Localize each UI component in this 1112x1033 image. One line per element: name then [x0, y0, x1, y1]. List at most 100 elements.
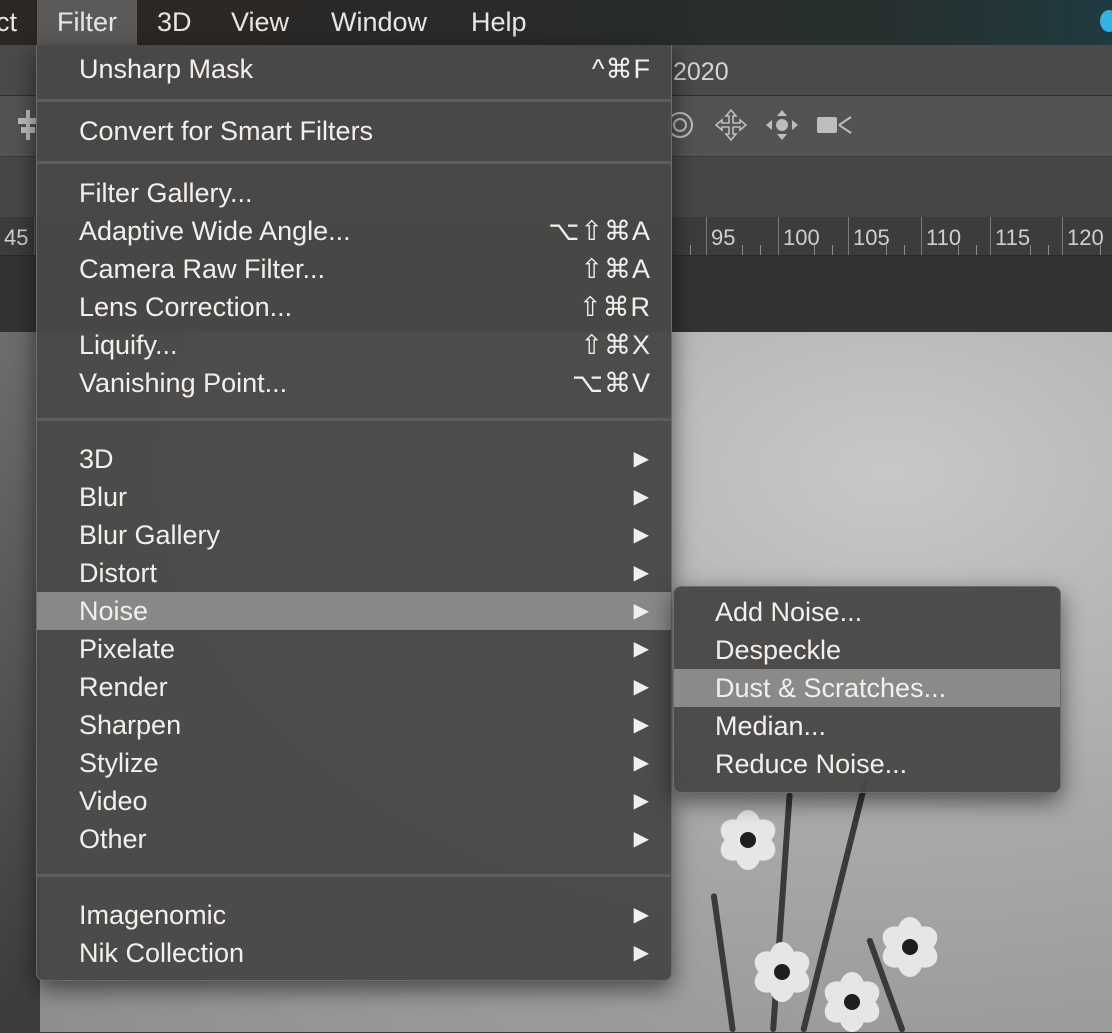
shortcut-label: ⌥⌘V [571, 368, 651, 398]
menu-item-add-noise[interactable]: Add Noise... [674, 593, 1060, 631]
menu-window[interactable]: Window [331, 0, 427, 45]
submenu-arrow-icon: ▶ [633, 486, 649, 508]
menu-item-convert-smart-filters[interactable]: Convert for Smart Filters [37, 112, 671, 150]
menu-item-liquify[interactable]: Liquify... ⇧⌘X [37, 326, 671, 364]
menu-item-label: Blur Gallery [79, 520, 221, 550]
menu-select[interactable]: ct [0, 0, 17, 45]
ruler-label: 110 [926, 225, 962, 250]
menu-item-camera-raw-filter[interactable]: Camera Raw Filter... ⇧⌘A [37, 250, 671, 288]
menu-item-median[interactable]: Median... [674, 707, 1060, 745]
menu-item-label: Convert for Smart Filters [79, 116, 374, 146]
shortcut-label: ⇧⌘A [580, 254, 651, 284]
menu-item-render[interactable]: Render ▶ [37, 668, 671, 706]
submenu-arrow-icon: ▶ [633, 562, 649, 584]
menu-item-imagenomic[interactable]: Imagenomic ▶ [37, 896, 671, 934]
menu-item-sharpen[interactable]: Sharpen ▶ [37, 706, 671, 744]
menu-item-noise[interactable]: Noise ▶ [37, 592, 671, 630]
menu-item-reduce-noise[interactable]: Reduce Noise... [674, 745, 1060, 783]
submenu-arrow-icon: ▶ [633, 904, 649, 926]
menu-item-label: Nik Collection [79, 938, 245, 968]
menu-item-label: Median... [715, 711, 827, 741]
menu-item-filter-gallery[interactable]: Filter Gallery... [37, 174, 671, 212]
menu-item-despeckle[interactable]: Despeckle [674, 631, 1060, 669]
ruler-label: 95 [711, 225, 736, 250]
menu-help[interactable]: Help [471, 0, 527, 45]
shortcut-label: ⇧⌘X [580, 330, 651, 360]
menu-item-3d[interactable]: 3D ▶ [37, 440, 671, 478]
filter-menu: Unsharp Mask ^⌘F Convert for Smart Filte… [36, 45, 672, 981]
menu-separator [37, 99, 671, 102]
document-title: 2020 [673, 58, 729, 86]
menu-item-stylize[interactable]: Stylize ▶ [37, 744, 671, 782]
menu-item-label: Vanishing Point... [79, 368, 288, 398]
menu-separator [37, 161, 671, 164]
menu-item-label: 3D [79, 444, 114, 474]
menu-item-label: Other [79, 824, 147, 854]
menu-item-blur-gallery[interactable]: Blur Gallery ▶ [37, 516, 671, 554]
submenu-arrow-icon: ▶ [633, 714, 649, 736]
menu-item-nik-collection[interactable]: Nik Collection ▶ [37, 934, 671, 972]
menu-item-label: Video [79, 786, 148, 816]
menu-item-label: Unsharp Mask [79, 54, 254, 84]
pan-3d-icon[interactable] [764, 108, 800, 142]
video-camera-icon[interactable] [816, 112, 854, 138]
menu-separator [37, 874, 671, 877]
flower-stem [710, 892, 736, 1033]
menu-item-label: Dust & Scratches... [715, 673, 947, 703]
menu-item-video[interactable]: Video ▶ [37, 782, 671, 820]
flower [877, 917, 943, 977]
menu-item-blur[interactable]: Blur ▶ [37, 478, 671, 516]
submenu-arrow-icon: ▶ [633, 600, 649, 622]
menu-item-label: Blur [79, 482, 128, 512]
menu-item-pixelate[interactable]: Pixelate ▶ [37, 630, 671, 668]
ruler-label: 115 [995, 225, 1031, 250]
menu-3d[interactable]: 3D [157, 0, 192, 45]
menu-item-label: Despeckle [715, 635, 842, 665]
menu-item-adaptive-wide-angle[interactable]: Adaptive Wide Angle... ⌥⇧⌘A [37, 212, 671, 250]
menu-separator [37, 418, 671, 421]
ruler-label: 105 [853, 225, 890, 250]
menu-item-label: Filter Gallery... [79, 178, 253, 208]
submenu-arrow-icon: ▶ [633, 752, 649, 774]
ruler-label: 45 [4, 225, 29, 250]
canvas-edge [0, 332, 40, 1032]
menu-filter[interactable]: Filter [37, 0, 137, 45]
submenu-arrow-icon: ▶ [633, 828, 649, 850]
submenu-arrow-icon: ▶ [633, 448, 649, 470]
menu-item-label: Distort [79, 558, 158, 588]
shortcut-label: ⇧⌘R [578, 292, 651, 322]
flower [749, 942, 815, 1002]
shortcut-label: ^⌘F [591, 54, 651, 84]
menu-item-distort[interactable]: Distort ▶ [37, 554, 671, 592]
menu-item-label: Pixelate [79, 634, 176, 664]
noise-submenu: Add Noise... Despeckle Dust & Scratches.… [673, 586, 1061, 793]
ruler-label: 120 [1067, 225, 1104, 250]
menu-item-label: Imagenomic [79, 900, 227, 930]
menu-bar: ct Filter 3D View Window Help [0, 0, 1112, 45]
flower [715, 810, 781, 870]
shortcut-label: ⌥⇧⌘A [548, 216, 651, 246]
flower [819, 972, 885, 1032]
menu-item-label: Add Noise... [715, 597, 863, 627]
submenu-arrow-icon: ▶ [633, 942, 649, 964]
menu-item-lens-correction[interactable]: Lens Correction... ⇧⌘R [37, 288, 671, 326]
submenu-arrow-icon: ▶ [633, 524, 649, 546]
menu-item-label: Adaptive Wide Angle... [79, 216, 351, 246]
submenu-arrow-icon: ▶ [633, 638, 649, 660]
menu-item-label: Reduce Noise... [715, 749, 908, 779]
menu-item-label: Render [79, 672, 168, 702]
menu-item-vanishing-point[interactable]: Vanishing Point... ⌥⌘V [37, 364, 671, 402]
menu-item-label: Camera Raw Filter... [79, 254, 326, 284]
move-3d-icon[interactable] [714, 108, 748, 142]
menu-item-label: Sharpen [79, 710, 182, 740]
target-icon[interactable] [668, 108, 696, 142]
menu-item-label: Liquify... [79, 330, 178, 360]
menu-item-label: Lens Correction... [79, 292, 293, 322]
menu-item-dust-scratches[interactable]: Dust & Scratches... [674, 669, 1060, 707]
menu-view[interactable]: View [231, 0, 289, 45]
status-dot-icon [1100, 10, 1112, 32]
submenu-arrow-icon: ▶ [633, 676, 649, 698]
menu-item-label: Stylize [79, 748, 159, 778]
menu-item-unsharp-mask[interactable]: Unsharp Mask ^⌘F [37, 50, 671, 88]
menu-item-other[interactable]: Other ▶ [37, 820, 671, 858]
